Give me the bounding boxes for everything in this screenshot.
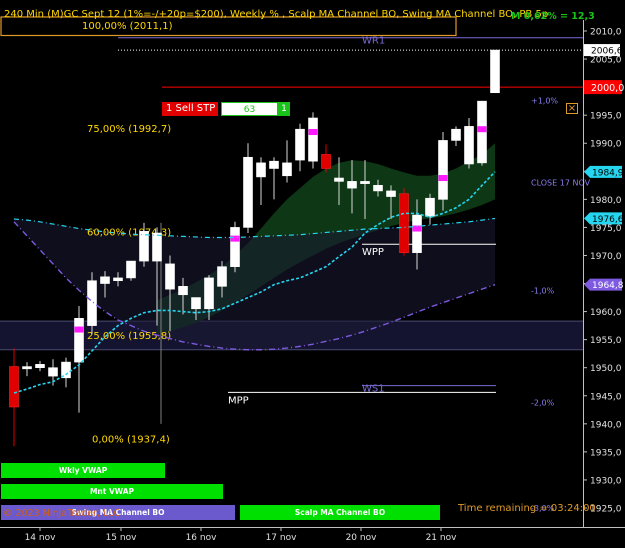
- candle-body: [9, 366, 19, 408]
- price-tick-label: 1995,0: [590, 112, 622, 122]
- time-tick-label: 17 nov: [266, 533, 298, 543]
- candle-body: [412, 214, 422, 253]
- signal-marker: [74, 326, 84, 333]
- price-tick-label: 1970,0: [590, 252, 622, 262]
- price-tick-label: 1935,0: [590, 448, 622, 458]
- time-tick-label: 15 nov: [106, 533, 138, 543]
- order-close-icon[interactable]: ×: [566, 103, 578, 114]
- signal-marker: [438, 175, 448, 182]
- price-tick-label: 1950,0: [590, 364, 622, 374]
- candle-body: [204, 277, 214, 310]
- chart-title: 240 Min (M)GC Sept 12 (1%=-/+20p=$200), …: [4, 9, 549, 20]
- fib-level-label: 25,00% (1955,8): [87, 331, 171, 342]
- time-tick-label: 21 nov: [426, 533, 458, 543]
- fib-level-label: 0,00% (1937,4): [92, 434, 170, 445]
- candle-body: [321, 154, 331, 169]
- candle-body: [230, 227, 240, 267]
- current-price-tag-label: 2006,6: [591, 47, 623, 57]
- candle-body: [282, 162, 292, 177]
- price-tick-label: 2010,0: [590, 28, 622, 38]
- candle-body: [74, 318, 84, 363]
- sell-stop-order-price[interactable]: 63: [221, 102, 278, 116]
- pivot-label-wpp: WPP: [362, 247, 384, 258]
- candle-body: [295, 128, 305, 161]
- indicator-price-tag-label: 1964,8: [592, 281, 624, 291]
- sell-stop-order-label[interactable]: 1 Sell STP: [162, 102, 218, 116]
- candle-body: [308, 117, 318, 162]
- pivot-label-mpp: MPP: [228, 395, 249, 406]
- time-tick-label: 20 nov: [346, 533, 378, 543]
- candle-body: [360, 181, 370, 184]
- sell-stop-order-quantity[interactable]: 1: [278, 102, 290, 116]
- candle-body: [165, 263, 175, 290]
- scalp-ma-channel-bar: Scalp MA Channel BO: [240, 505, 440, 520]
- candle-body: [269, 160, 279, 169]
- candle-body: [425, 197, 435, 217]
- fib-level-label: 100,00% (2011,1): [82, 21, 173, 32]
- candle-body: [113, 277, 123, 282]
- signal-marker: [477, 126, 487, 133]
- weekly-vwap-bar: Wkly VWAP: [1, 463, 165, 478]
- copyright-text: © 2023 NinjaTrader, LLC: [3, 508, 121, 519]
- price-tick-label: 1945,0: [590, 392, 622, 402]
- order-price-tag-label: 2000,0: [591, 83, 624, 94]
- candle-body: [22, 366, 32, 370]
- candle-body: [217, 266, 227, 287]
- percent-level-label: +1,0%: [531, 97, 558, 106]
- time-tick-label: 16 nov: [186, 533, 218, 543]
- candle-body: [386, 190, 396, 197]
- candle-body: [451, 128, 461, 141]
- candle-body: [334, 177, 344, 182]
- price-tick-label: 1960,0: [590, 308, 622, 318]
- time-remaining-text: Time remaining = 03:24:00: [458, 503, 596, 514]
- candle-body: [139, 231, 149, 262]
- candle-body: [399, 193, 409, 253]
- candle-body: [373, 185, 383, 192]
- percent-level-label: -1,0%: [531, 286, 555, 295]
- percent-level-label: CLOSE 17 NOV: [531, 179, 591, 188]
- candle-body: [87, 280, 97, 326]
- candle-body: [464, 126, 474, 165]
- candle-body: [100, 276, 110, 284]
- margin-status: M 0,62% = 12,3: [511, 11, 595, 22]
- chart-window: 100,00% (2011,1) 75,00% (1992,7) 60,00% (1…: [0, 0, 625, 544]
- candle-body: [438, 140, 448, 200]
- candle-body: [35, 364, 45, 369]
- candle-body: [243, 156, 253, 228]
- candle-body: [490, 49, 500, 94]
- price-tick-label: 1930,0: [590, 476, 622, 486]
- time-tick-label: 14 nov: [25, 533, 57, 543]
- pivot-label-wr1: WR1: [362, 36, 385, 47]
- signal-marker: [230, 235, 240, 242]
- price-tick-label: 1940,0: [590, 420, 622, 430]
- price-tick-label: 1980,0: [590, 196, 622, 206]
- candle-body: [191, 297, 201, 310]
- price-tick-label: 1955,0: [590, 336, 622, 346]
- pivot-label-ws1: WS1: [362, 384, 385, 395]
- candle-body: [178, 286, 188, 296]
- candle-body: [256, 162, 266, 178]
- monthly-vwap-bar: Mnt VWAP: [1, 484, 223, 499]
- candle-body: [48, 367, 58, 377]
- price-tick-label: 1990,0: [590, 140, 622, 150]
- indicator-price-tag-label: 1984,9: [592, 168, 624, 178]
- signal-marker: [308, 129, 318, 136]
- price-tick-label: 2005,0: [590, 56, 622, 66]
- indicator-price-tag-label: 1976,6: [592, 215, 624, 225]
- fib-level-label: 75,00% (1992,7): [87, 124, 171, 135]
- candle-body: [126, 260, 136, 279]
- candle-body: [152, 232, 162, 262]
- candle-body: [347, 181, 357, 189]
- percent-level-label: -2,0%: [531, 398, 555, 407]
- price-tick-label: 1975,0: [590, 224, 622, 234]
